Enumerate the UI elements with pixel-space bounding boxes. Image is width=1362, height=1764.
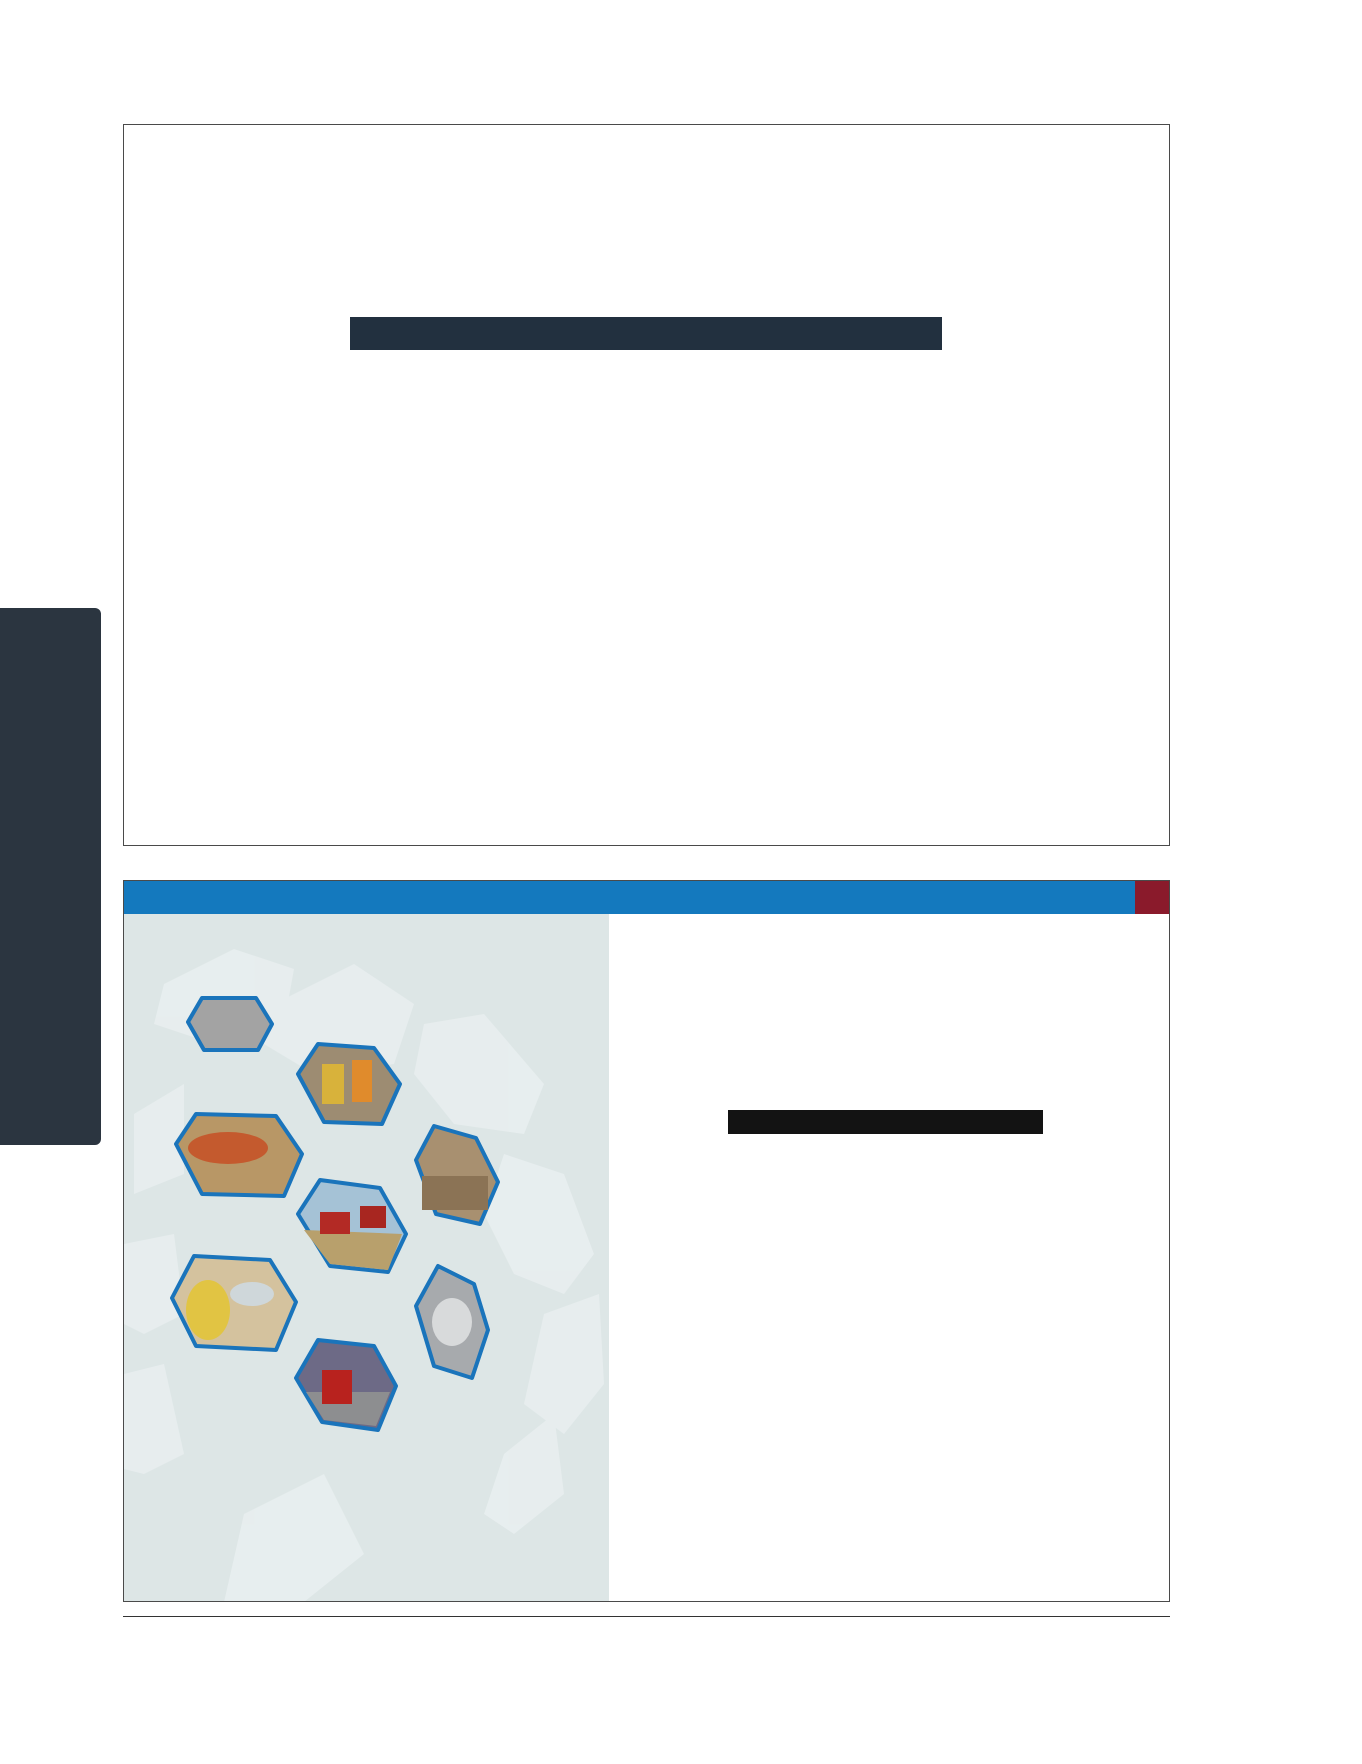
- photo-collage: [124, 949, 604, 1601]
- slide-top: [123, 124, 1170, 846]
- slide-header-bar: [124, 881, 1135, 914]
- combine-harvester-photo: [296, 1178, 408, 1274]
- slide-title-redacted: [728, 1110, 1043, 1134]
- safety-gear-photo: [170, 1254, 298, 1352]
- slide-title-redacted: [350, 317, 942, 350]
- slide-bottom: [123, 880, 1170, 1602]
- metal-part-photo: [414, 1264, 490, 1380]
- side-tab: [0, 608, 101, 1145]
- slide-header-accent: [1135, 881, 1169, 914]
- food-platter-photo: [174, 1112, 304, 1198]
- handshake-photo: [186, 996, 274, 1052]
- photo-collage-panel: [124, 914, 609, 1601]
- construction-site-photo: [414, 1124, 500, 1226]
- footer-rule: [123, 1616, 1170, 1617]
- truck-photo: [294, 1338, 398, 1432]
